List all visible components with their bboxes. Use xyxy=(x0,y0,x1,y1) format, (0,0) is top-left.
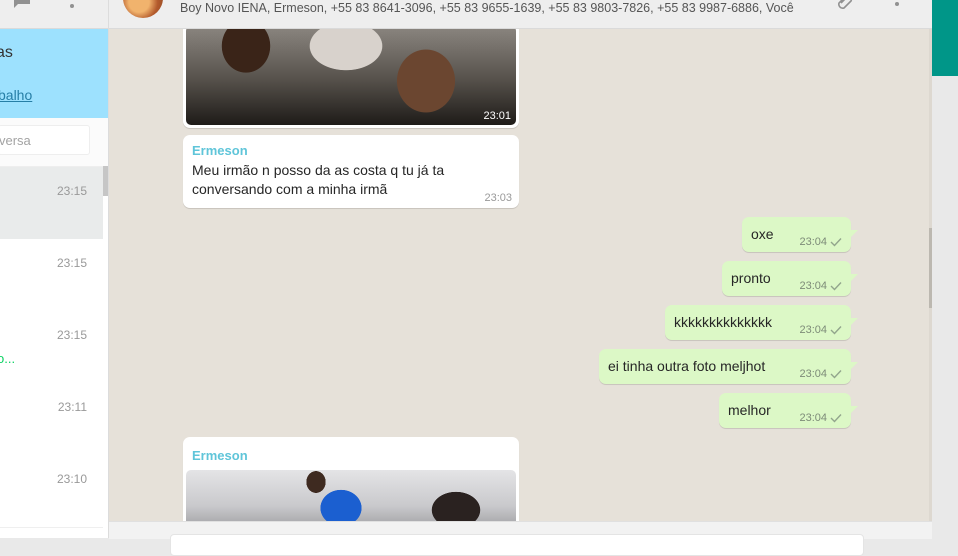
message-text: Meu irmão n posso da as costa q tu já ta… xyxy=(192,162,445,197)
chat-list-item[interactable]: 23:15 xyxy=(0,239,103,312)
incoming-image-message[interactable]: Ermeson xyxy=(183,437,519,521)
message-time: 23:04 xyxy=(799,236,827,248)
incoming-image-message[interactable]: 23:01 xyxy=(183,29,519,128)
conversation-header[interactable]: Boy Novo IENA, Ermeson, +55 83 8641-3096… xyxy=(109,0,932,29)
message-time: 23:04 xyxy=(799,280,827,292)
menu-icon[interactable] xyxy=(893,0,901,10)
chat-preview: o... xyxy=(0,351,16,366)
chat-time: 23:15 xyxy=(56,328,87,342)
notification-banner-title: as xyxy=(0,44,13,61)
outgoing-message[interactable]: melhor 23:04 xyxy=(719,393,858,428)
chat-list-item[interactable]: 23:15 xyxy=(0,167,103,240)
message-sender[interactable]: Ermeson xyxy=(192,448,248,463)
message-time: 23:01 xyxy=(483,110,511,122)
chat-icon[interactable] xyxy=(12,0,32,10)
chat-time: 23:15 xyxy=(56,256,87,270)
single-check-icon xyxy=(830,238,842,247)
menu-icon[interactable] xyxy=(68,0,76,12)
outgoing-message[interactable]: ei tinha outra foto meljhot 23:04 xyxy=(599,349,858,384)
participants-list: Boy Novo IENA, Ermeson, +55 83 8641-3096… xyxy=(180,1,794,15)
message-text: melhor xyxy=(728,402,771,418)
message-time: 23:04 xyxy=(799,368,827,380)
message-meta: 23:04 xyxy=(799,280,842,292)
single-check-icon xyxy=(830,414,842,423)
message-text: pronto xyxy=(731,270,771,286)
message-text: oxe xyxy=(751,226,774,242)
outgoing-message[interactable]: pronto 23:04 xyxy=(722,261,858,296)
chat-list-sidebar: as balho 23:15 23:15 23:15 o... 23:11 23… xyxy=(0,0,109,538)
message-time: 23:03 xyxy=(484,192,512,204)
message-sender[interactable]: Ermeson xyxy=(192,143,248,158)
sidebar-scrollbar[interactable] xyxy=(103,166,108,196)
accent-strip xyxy=(932,0,958,76)
single-check-icon xyxy=(830,282,842,291)
compose-bar xyxy=(109,521,932,556)
outgoing-message[interactable]: kkkkkkkkkkkkkk 23:04 xyxy=(665,305,858,340)
conversation-scrollbar[interactable] xyxy=(929,29,932,521)
message-time: 23:04 xyxy=(799,412,827,424)
window-edge xyxy=(932,76,958,538)
outgoing-message[interactable]: oxe 23:04 xyxy=(742,217,858,252)
message-meta: 23:04 xyxy=(799,412,842,424)
message-input[interactable] xyxy=(170,534,864,556)
message-text: ei tinha outra foto meljhot xyxy=(608,358,766,374)
single-check-icon xyxy=(830,370,842,379)
message-photo[interactable]: 23:01 xyxy=(186,29,516,125)
sidebar-header xyxy=(0,0,108,29)
single-check-icon xyxy=(830,326,842,335)
message-area: 23:01 Ermeson Meu irmão n posso da as co… xyxy=(109,29,929,521)
paperclip-icon[interactable] xyxy=(837,0,853,10)
avatar[interactable] xyxy=(123,0,163,18)
notification-banner: as balho xyxy=(0,29,108,118)
message-meta: 23:04 xyxy=(799,236,842,248)
chat-list-item[interactable]: 23:15 o... xyxy=(0,311,103,384)
message-text: kkkkkkkkkkkkkk xyxy=(674,314,772,330)
message-meta: 23:04 xyxy=(799,324,842,336)
message-meta: 23:04 xyxy=(799,368,842,380)
chat-time: 23:15 xyxy=(56,184,87,198)
chat-list-item[interactable]: 23:11 xyxy=(0,383,103,456)
chat-time: 23:11 xyxy=(57,400,87,414)
search-input[interactable] xyxy=(0,125,90,155)
notification-banner-link[interactable]: balho xyxy=(0,87,32,103)
message-photo[interactable] xyxy=(186,470,516,521)
incoming-text-message[interactable]: Ermeson Meu irmão n posso da as costa q … xyxy=(183,135,519,208)
scrollbar-thumb[interactable] xyxy=(929,228,932,308)
chat-list-item[interactable]: 23:10 xyxy=(0,455,103,528)
message-time: 23:04 xyxy=(799,324,827,336)
chat-time: 23:10 xyxy=(56,472,87,486)
search-bar xyxy=(0,118,108,167)
